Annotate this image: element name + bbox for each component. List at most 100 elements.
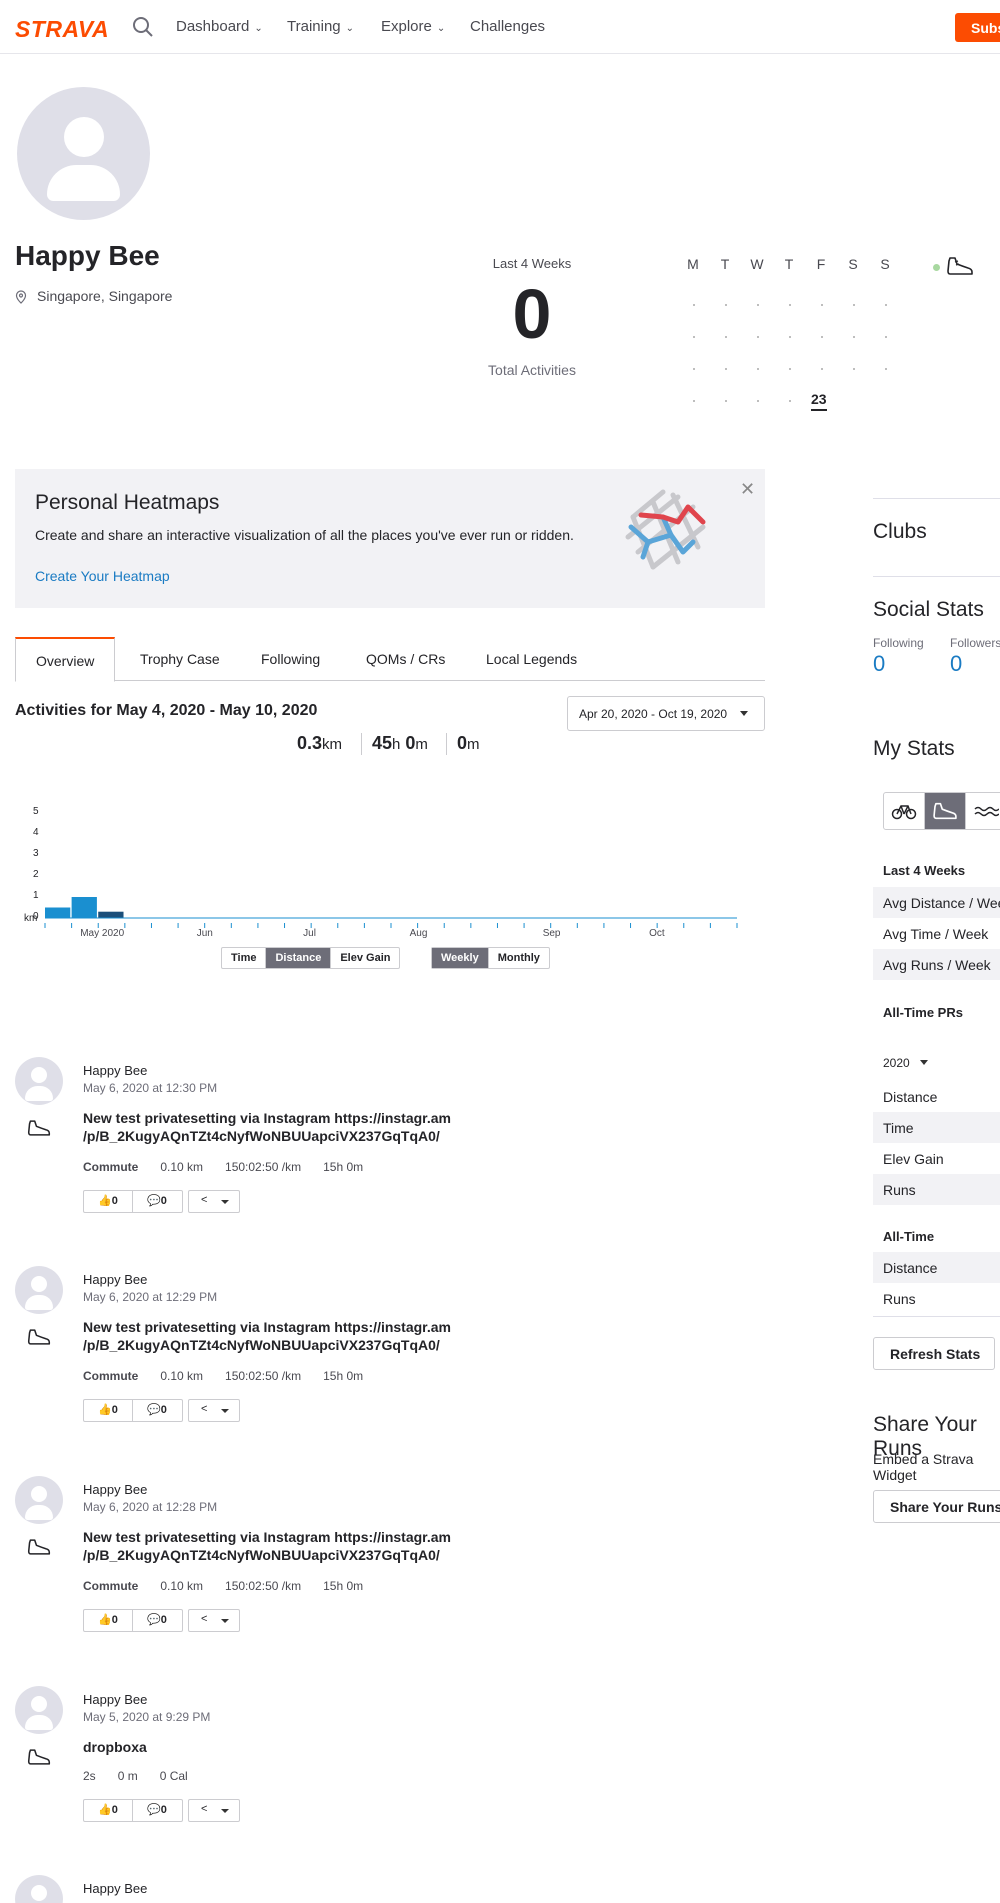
x-tick-label: Oct [649, 928, 665, 939]
elevation-unit: m [467, 736, 480, 753]
tab-trophy-case[interactable]: Trophy Case [140, 637, 220, 681]
location-text: Singapore, Singapore [37, 288, 173, 304]
calendar-day-dot [789, 336, 791, 338]
chart-bar[interactable] [71, 897, 97, 918]
share-button[interactable]: < [188, 1799, 240, 1822]
calendar-day-dot [725, 400, 727, 402]
share-button[interactable]: < [188, 1609, 240, 1632]
comment-button[interactable]: 💬0 [133, 1191, 182, 1212]
comment-button[interactable]: 💬0 [133, 1610, 182, 1631]
clubs-heading: Clubs [873, 520, 927, 543]
activity-title[interactable]: dropboxa [83, 1738, 483, 1756]
avatar[interactable] [15, 1686, 63, 1734]
tab-overview[interactable]: Overview [15, 637, 116, 682]
feed-athlete-name[interactable]: Happy Bee [83, 1272, 147, 1287]
y-tick-label: 1 [33, 890, 39, 901]
share-runs-button[interactable]: Share Your Runs [873, 1490, 1000, 1523]
top-navigation: STRAVA Dashboard ⌄ Training ⌄ Explore ⌄ Cha… [0, 0, 1000, 54]
metric-distance-button[interactable]: Distance [266, 948, 332, 968]
time-minutes-unit: m [415, 736, 428, 753]
chevron-down-icon: ⌄ [254, 23, 263, 34]
nav-training[interactable]: Training ⌄ [287, 18, 354, 35]
calendar-day-dot [693, 304, 695, 306]
activity-title-line: dropboxa [83, 1739, 147, 1755]
tab-following[interactable]: Following [261, 637, 320, 681]
followers-label: Followers [950, 636, 1000, 650]
period-monthly-button[interactable]: Monthly [489, 948, 549, 968]
feed-athlete-name[interactable]: Happy Bee [83, 1482, 147, 1497]
comment-button[interactable]: 💬0 [133, 1400, 182, 1421]
run-icon [27, 1327, 51, 1352]
caret-down-icon [221, 1619, 229, 1623]
calendar-day-dot [821, 368, 823, 370]
kudos-button[interactable]: 👍0 [84, 1610, 133, 1631]
tab-local-legends[interactable]: Local Legends [486, 637, 577, 681]
feed-athlete-name[interactable]: Happy Bee [83, 1692, 147, 1707]
create-heatmap-link[interactable]: Create Your Heatmap [35, 568, 170, 584]
chevron-down-icon: ⌄ [436, 23, 446, 34]
kudos-button[interactable]: 👍0 [84, 1800, 133, 1821]
activity-title-line: /p/B_2KugyAQnTZt4cNyfWoNBUUapciVX237GqTq… [83, 1337, 440, 1353]
nav-challenges[interactable]: Challenges [470, 18, 545, 35]
refresh-stats-button[interactable]: Refresh Stats [873, 1337, 995, 1370]
date-range-select[interactable]: Apr 20, 2020 - Oct 19, 2020 [567, 696, 765, 731]
nav-dashboard[interactable]: Dashboard ⌄ [176, 18, 263, 35]
metric-time-button[interactable]: Time [222, 948, 267, 968]
followers-count[interactable]: 0 [950, 651, 962, 677]
activity-actions: 👍0 💬0 < [83, 1399, 240, 1422]
feed-athlete-name[interactable]: Happy Bee [83, 1063, 147, 1078]
following-label: Following [873, 636, 924, 650]
chart-bar[interactable] [98, 911, 124, 918]
caret-down-icon [740, 711, 748, 716]
close-icon[interactable]: ✕ [740, 479, 755, 500]
avatar[interactable] [15, 1875, 63, 1903]
stat-distance: 0.10 km [160, 1160, 204, 1174]
all-time-prs-label: All-Time PRs [883, 1005, 963, 1020]
stat-time: 2s [83, 1769, 96, 1783]
search-icon[interactable] [131, 15, 155, 39]
stat-distance: 0.10 km [160, 1369, 204, 1383]
activity-actions: 👍0 💬0 < [83, 1799, 240, 1822]
metric-elev-gain-button[interactable]: Elev Gain [331, 948, 399, 968]
activity-title[interactable]: New test privatesetting via Instagram ht… [83, 1318, 483, 1354]
share-button[interactable]: < [188, 1399, 240, 1422]
year-select[interactable]: 2020 [883, 1056, 928, 1070]
calendar-day-dot [725, 368, 727, 370]
chart-bar[interactable] [45, 907, 71, 919]
run-icon[interactable] [925, 793, 966, 829]
feed-athlete-name[interactable]: Happy Bee [83, 1881, 147, 1896]
activity-title[interactable]: New test privatesetting via Instagram ht… [83, 1528, 483, 1564]
caret-down-icon [919, 1060, 928, 1065]
tab-qoms-crs[interactable]: QOMs / CRs [366, 637, 445, 681]
strava-logo[interactable]: STRAVA [15, 16, 109, 43]
following-count[interactable]: 0 [873, 651, 885, 677]
bike-icon[interactable] [884, 793, 925, 829]
swim-icon[interactable] [966, 793, 1000, 829]
avatar[interactable] [15, 1266, 63, 1314]
avatar[interactable] [15, 1057, 63, 1105]
stat-row-distance: Distance [883, 1089, 938, 1105]
shoe-icon[interactable] [946, 255, 974, 282]
stat-row-elev-gain: Elev Gain [883, 1151, 944, 1167]
nav-dashboard-label: Dashboard [176, 18, 250, 35]
weekly-distance-chart: 5 4 3 2 1 0 km May 2020 Jun Jul Aug Sep Oct [15, 800, 750, 945]
activity-title-line: /p/B_2KugyAQnTZt4cNyfWoNBUUapciVX237GqTq… [83, 1547, 440, 1563]
calendar-today[interactable]: 23 [811, 391, 827, 411]
y-axis-unit: km [24, 913, 38, 924]
share-button[interactable]: < [188, 1190, 240, 1213]
stat-time: 15h 0m [323, 1579, 364, 1593]
nav-explore[interactable]: Explore ⌄ [381, 18, 445, 35]
calendar-day-dot [853, 368, 855, 370]
subscribe-button[interactable]: Subsc [955, 13, 1000, 42]
activity-title[interactable]: New test privatesetting via Instagram ht… [83, 1109, 483, 1145]
kudos-button[interactable]: 👍0 [84, 1400, 133, 1421]
kudos-button[interactable]: 👍0 [84, 1191, 133, 1212]
activity-actions: 👍0 💬0 < [83, 1609, 240, 1632]
heatmap-illustration [623, 487, 713, 577]
period-weekly-button[interactable]: Weekly [432, 948, 489, 968]
activities-week-title: Activities for May 4, 2020 - May 10, 202… [15, 702, 318, 719]
comment-button[interactable]: 💬0 [133, 1800, 182, 1821]
nav-explore-label: Explore [381, 18, 432, 35]
avatar[interactable] [15, 1476, 63, 1524]
feed-date: May 6, 2020 at 12:29 PM [83, 1290, 218, 1304]
